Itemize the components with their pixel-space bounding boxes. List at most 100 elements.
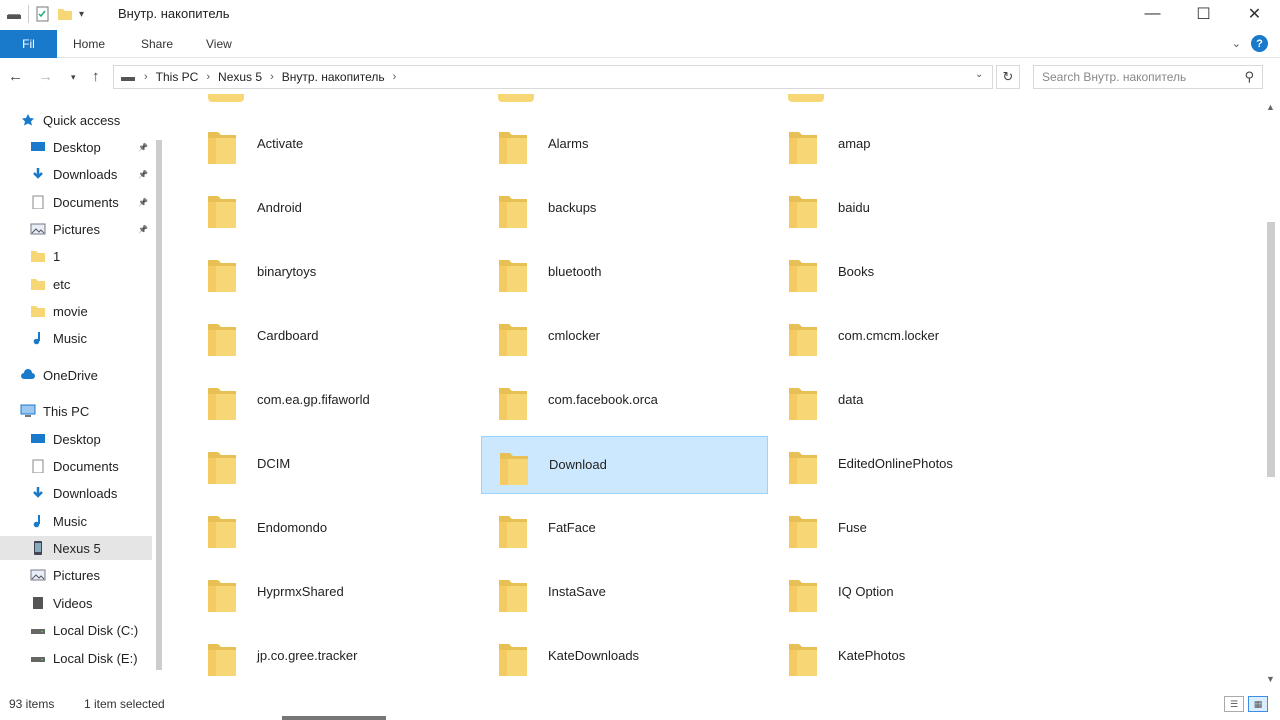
- folder-item[interactable]: Books: [771, 244, 1058, 302]
- recent-locations-chevron-icon[interactable]: ▾: [71, 72, 76, 83]
- folder-item[interactable]: DCIM: [190, 436, 477, 494]
- folder-item[interactable]: IQ Option: [771, 564, 1058, 622]
- folder-icon: [208, 388, 236, 420]
- folder-name: Endomondo: [257, 520, 328, 535]
- breadcrumb-this-pc[interactable]: This PC: [156, 70, 199, 84]
- address-bar[interactable]: › This PC › Nexus 5 › Внутр. накопитель …: [113, 65, 993, 89]
- folder-name: backups: [548, 200, 597, 215]
- folder-item[interactable]: Activate: [190, 116, 477, 174]
- folder-item[interactable]: HyprmxShared: [190, 564, 477, 622]
- folder-item[interactable]: bluetooth: [481, 244, 768, 302]
- sidebar-item-documents[interactable]: Documents 📌: [0, 190, 152, 214]
- file-list-scrollbar[interactable]: ▲ ▼: [1262, 94, 1280, 690]
- folder-icon: [499, 132, 527, 164]
- sidebar-item-onedrive[interactable]: OneDrive: [0, 363, 152, 387]
- refresh-button[interactable]: ↻: [996, 65, 1020, 89]
- sidebar-item-downloads[interactable]: Downloads: [0, 481, 152, 505]
- folder-item[interactable]: KatePhotos: [771, 628, 1058, 686]
- up-arrow-icon[interactable]: ↑: [92, 68, 100, 85]
- new-folder-icon[interactable]: [57, 6, 73, 22]
- tab-home[interactable]: Home: [73, 37, 105, 51]
- folder-name: HyprmxShared: [257, 584, 344, 599]
- details-view-icon[interactable]: ☰: [1224, 696, 1244, 712]
- sidebar-item-nexus-5[interactable]: Nexus 5: [0, 536, 152, 560]
- sidebar-item-1[interactable]: 1: [0, 244, 152, 268]
- folder-icon: [208, 132, 236, 164]
- sidebar-item-label: Documents: [53, 194, 119, 210]
- sidebar-item-desktop[interactable]: Desktop 📌: [0, 135, 152, 159]
- computer-icon: [20, 404, 36, 418]
- sidebar-item-label: Local Disk (C:): [53, 622, 139, 638]
- sidebar-item-videos[interactable]: Videos: [0, 591, 152, 615]
- forward-arrow-icon[interactable]: →: [38, 68, 53, 85]
- folder-item[interactable]: FatFace: [481, 500, 768, 558]
- folder-item[interactable]: com.cmcm.locker: [771, 308, 1058, 366]
- help-button[interactable]: ?: [1251, 35, 1268, 52]
- sidebar-item-label: Local Disk (E:): [53, 650, 138, 666]
- folder-item[interactable]: cmlocker: [481, 308, 768, 366]
- search-icon: ⚲: [1244, 69, 1254, 84]
- sidebar-item-local-disk-e[interactable]: Local Disk (E:): [0, 646, 152, 670]
- sidebar-item-music[interactable]: Music: [0, 326, 152, 350]
- tab-share[interactable]: Share: [141, 37, 173, 51]
- tab-view[interactable]: View: [206, 37, 232, 51]
- sidebar-item-this-pc[interactable]: This PC: [0, 399, 152, 423]
- properties-icon[interactable]: [35, 6, 51, 22]
- folder-item[interactable]: data: [771, 372, 1058, 430]
- folder-icon: [208, 580, 236, 612]
- scrollbar-thumb[interactable]: [1267, 222, 1275, 477]
- search-placeholder: Search Внутр. накопитель: [1042, 70, 1187, 84]
- close-button[interactable]: ✕: [1229, 0, 1280, 28]
- drive-icon[interactable]: [6, 6, 22, 22]
- folder-item[interactable]: Download: [481, 436, 768, 494]
- folder-item[interactable]: backups: [481, 180, 768, 238]
- scroll-up-arrow-icon[interactable]: ▲: [1266, 102, 1275, 112]
- folder-item[interactable]: Cardboard: [190, 308, 477, 366]
- folder-item[interactable]: baidu: [771, 180, 1058, 238]
- folder-item[interactable]: com.facebook.orca: [481, 372, 768, 430]
- folder-item[interactable]: amap: [771, 116, 1058, 174]
- sidebar-item-downloads[interactable]: Downloads 📌: [0, 162, 152, 186]
- maximize-button[interactable]: ☐: [1178, 0, 1229, 28]
- sidebar-item-desktop[interactable]: Desktop: [0, 427, 152, 451]
- folder-item[interactable]: Endomondo: [190, 500, 477, 558]
- sidebar-item-local-disk-c[interactable]: Local Disk (C:): [0, 618, 152, 642]
- folder-name: cmlocker: [548, 328, 601, 343]
- folder-item[interactable]: Android: [190, 180, 477, 238]
- search-input[interactable]: Search Внутр. накопитель ⚲: [1033, 65, 1263, 89]
- scrollbar-thumb[interactable]: [156, 140, 162, 670]
- expand-ribbon-chevron-icon[interactable]: ⌄: [1232, 37, 1241, 50]
- sidebar-item-movie[interactable]: movie: [0, 299, 152, 323]
- sidebar-item-quick-access[interactable]: Quick access: [0, 108, 152, 132]
- folder-item[interactable]: Alarms: [481, 116, 768, 174]
- address-history-chevron-icon[interactable]: ⌄: [975, 69, 983, 80]
- folder-item[interactable]: InstaSave: [481, 564, 768, 622]
- folder-name: amap: [838, 136, 871, 151]
- customize-toolbar-chevron-icon[interactable]: ▾: [79, 9, 84, 20]
- folder-item[interactable]: Fuse: [771, 500, 1058, 558]
- folder-item[interactable]: jp.co.gree.tracker: [190, 628, 477, 686]
- folder-name: com.ea.gp.fifaworld: [257, 392, 370, 407]
- sidebar-item-pictures[interactable]: Pictures: [0, 563, 152, 587]
- scroll-down-arrow-icon[interactable]: ▼: [1266, 674, 1275, 684]
- back-arrow-icon[interactable]: ←: [8, 68, 23, 85]
- sidebar-item-label: Desktop: [53, 139, 101, 155]
- folder-item[interactable]: com.ea.gp.fifaworld: [190, 372, 477, 430]
- folder-item[interactable]: KateDownloads: [481, 628, 768, 686]
- breadcrumb-nexus-5[interactable]: Nexus 5: [218, 70, 262, 84]
- folder-icon: [789, 388, 817, 420]
- folder-icon: [499, 388, 527, 420]
- breadcrumb-internal-storage[interactable]: Внутр. накопитель: [282, 70, 385, 84]
- folder-icon: [30, 277, 46, 291]
- sidebar-item-etc[interactable]: etc: [0, 272, 152, 296]
- navigation-pane-scrollbar[interactable]: [154, 120, 164, 690]
- folder-item[interactable]: EditedOnlinePhotos: [771, 436, 1058, 494]
- sidebar-item-pictures[interactable]: Pictures 📌: [0, 217, 152, 241]
- sidebar-item-documents[interactable]: Documents: [0, 454, 152, 478]
- folder-item[interactable]: binarytoys: [190, 244, 477, 302]
- large-icons-view-icon[interactable]: ▦: [1248, 696, 1268, 712]
- folder-name: Android: [257, 200, 302, 215]
- tab-file[interactable]: Fil: [0, 30, 57, 58]
- minimize-button[interactable]: —: [1127, 0, 1178, 28]
- sidebar-item-music[interactable]: Music: [0, 509, 152, 533]
